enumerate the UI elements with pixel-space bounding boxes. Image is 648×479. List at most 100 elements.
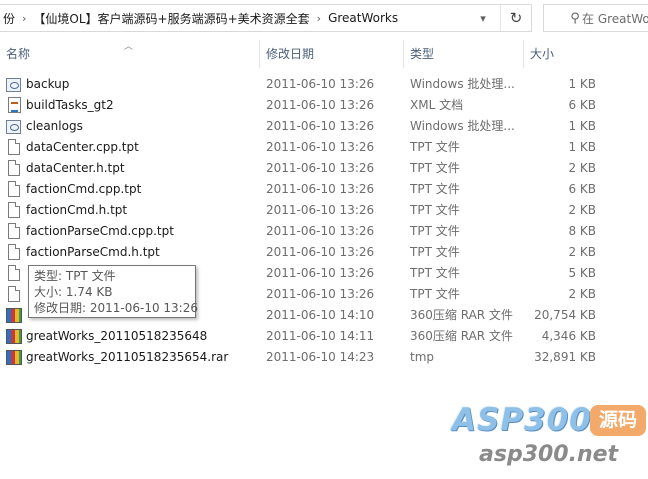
- watermark-url: asp300.net: [479, 442, 619, 467]
- file-date: 2011-06-10 14:10: [266, 308, 375, 322]
- chevron-down-icon[interactable]: ▾: [468, 5, 498, 31]
- file-date: 2011-06-10 14:23: [266, 350, 375, 364]
- tooltip-size: 大小: 1.74 KB: [34, 285, 113, 299]
- file-type: TPT 文件: [410, 140, 460, 154]
- refresh-icon[interactable]: ↻: [500, 5, 531, 31]
- chevron-right-icon[interactable]: ›: [18, 12, 30, 25]
- file-name: factionCmd.cpp.tpt: [26, 182, 142, 196]
- search-input[interactable]: ⚲ 在 GreatWo: [543, 4, 648, 32]
- file-size: 2 KB: [568, 287, 596, 301]
- file-size: 20,754 KB: [534, 308, 596, 322]
- file-name: dataCenter.h.tpt: [26, 161, 125, 175]
- file-date: 2011-06-10 13:26: [266, 119, 375, 133]
- file-type: TPT 文件: [410, 245, 460, 259]
- file-type: TPT 文件: [410, 287, 460, 301]
- breadcrumb-item-project[interactable]: 【仙境OL】客户端源码+服务端源码+美术资源全套: [30, 10, 312, 27]
- file-date: 2011-06-10 13:26: [266, 161, 375, 175]
- file-name: factionCmd.h.tpt: [26, 203, 128, 217]
- file-size: 8 KB: [568, 224, 596, 238]
- file-date: 2011-06-10 13:26: [266, 77, 375, 91]
- file-icon: [8, 160, 20, 176]
- file-row[interactable]: cleanlogs 2011-06-10 13:26 Windows 批处理..…: [0, 116, 648, 137]
- file-row[interactable]: factionParseCmd.h.tpt 2011-06-10 13:26 T…: [0, 242, 648, 263]
- file-size: 6 KB: [568, 182, 596, 196]
- watermark-badge: 源码: [590, 405, 646, 436]
- file-date: 2011-06-10 13:26: [266, 140, 375, 154]
- file-size: 1 KB: [568, 140, 596, 154]
- search-placeholder: 在 GreatWo: [582, 11, 648, 26]
- file-row[interactable]: greatWorks_20110518235648 2011-06-10 14:…: [0, 326, 648, 347]
- column-header-date[interactable]: 修改日期: [260, 40, 404, 68]
- file-icon: [8, 286, 20, 302]
- file-info-tooltip: 类型: TPT 文件 大小: 1.74 KB 修改日期: 2011-06-10 …: [28, 265, 198, 318]
- batch-file-icon: [6, 78, 21, 92]
- file-row[interactable]: dataCenter.cpp.tpt 2011-06-10 13:26 TPT …: [0, 137, 648, 158]
- file-type: TPT 文件: [410, 203, 460, 217]
- file-size: 32,891 KB: [534, 350, 596, 364]
- file-type: 360压缩 RAR 文件: [410, 308, 513, 322]
- file-type: Windows 批处理...: [410, 77, 515, 91]
- column-header-size[interactable]: 大小: [524, 40, 648, 68]
- file-row[interactable]: backup 2011-06-10 13:26 Windows 批处理... 1…: [0, 74, 648, 95]
- file-size: 2 KB: [568, 161, 596, 175]
- file-date: 2011-06-10 13:26: [266, 203, 375, 217]
- file-icon: [8, 223, 20, 239]
- file-size: 2 KB: [568, 245, 596, 259]
- watermark-logo: ASP300 源码 asp300.net: [452, 402, 648, 474]
- file-type: TPT 文件: [410, 161, 460, 175]
- column-header: 名称 修改日期 类型 大小: [0, 40, 648, 68]
- file-row[interactable]: factionParseCmd.cpp.tpt 2011-06-10 13:26…: [0, 221, 648, 242]
- breadcrumb: 份 › 【仙境OL】客户端源码+服务端源码+美术资源全套 › GreatWork…: [0, 5, 401, 31]
- file-date: 2011-06-10 13:26: [266, 98, 375, 112]
- file-type: TPT 文件: [410, 266, 460, 280]
- file-type: tmp: [410, 350, 435, 364]
- file-row[interactable]: buildTasks_gt2 2011-06-10 13:26 XML 文档 6…: [0, 95, 648, 116]
- address-bar-area: 份 › 【仙境OL】客户端源码+服务端源码+美术资源全套 › GreatWork…: [0, 0, 648, 38]
- file-name: cleanlogs: [26, 119, 83, 133]
- file-name: greatWorks_20110518235654.rar: [26, 350, 229, 364]
- rar-archive-icon: [6, 350, 22, 365]
- file-icon: [8, 139, 20, 155]
- file-size: 1 KB: [568, 119, 596, 133]
- rar-archive-icon: [6, 329, 22, 344]
- file-icon: [8, 244, 20, 260]
- tooltip-type: 类型: TPT 文件: [34, 269, 116, 283]
- batch-file-icon: [6, 120, 21, 134]
- tooltip-date: 修改日期: 2011-06-10 13:26: [34, 301, 198, 315]
- file-type: TPT 文件: [410, 182, 460, 196]
- file-date: 2011-06-10 13:26: [266, 224, 375, 238]
- file-row[interactable]: factionCmd.cpp.tpt 2011-06-10 13:26 TPT …: [0, 179, 648, 200]
- file-type: Windows 批处理...: [410, 119, 515, 133]
- search-icon: ⚲: [570, 10, 580, 26]
- file-name: greatWorks_20110518235648: [26, 329, 208, 343]
- file-size: 4,346 KB: [541, 329, 596, 343]
- file-row[interactable]: dataCenter.h.tpt 2011-06-10 13:26 TPT 文件…: [0, 158, 648, 179]
- file-date: 2011-06-10 13:26: [266, 245, 375, 259]
- breadcrumb-item-current[interactable]: GreatWorks: [325, 11, 401, 25]
- column-header-type[interactable]: 类型: [404, 40, 524, 68]
- file-name: dataCenter.cpp.tpt: [26, 140, 139, 154]
- chevron-right-icon[interactable]: ›: [313, 12, 325, 25]
- column-header-name[interactable]: 名称: [0, 40, 260, 68]
- file-date: 2011-06-10 13:26: [266, 266, 375, 280]
- breadcrumb-item-parent[interactable]: 份: [0, 10, 18, 27]
- file-icon: [8, 202, 20, 218]
- xml-file-icon: [8, 97, 21, 113]
- file-size: 2 KB: [568, 203, 596, 217]
- file-date: 2011-06-10 14:11: [266, 329, 375, 343]
- file-date: 2011-06-10 13:26: [266, 182, 375, 196]
- file-size: 6 KB: [568, 98, 596, 112]
- file-name: backup: [26, 77, 70, 91]
- file-date: 2011-06-10 13:26: [266, 287, 375, 301]
- file-row[interactable]: greatWorks_20110518235654.rar 2011-06-10…: [0, 347, 648, 368]
- file-list: backup 2011-06-10 13:26 Windows 批处理... 1…: [0, 74, 648, 368]
- file-size: 5 KB: [568, 266, 596, 280]
- rar-archive-icon: [6, 308, 22, 323]
- file-type: 360压缩 RAR 文件: [410, 329, 513, 343]
- file-name: factionParseCmd.h.tpt: [26, 245, 160, 259]
- file-name: buildTasks_gt2: [26, 98, 114, 112]
- watermark-brand: ASP300: [452, 402, 592, 438]
- file-type: TPT 文件: [410, 224, 460, 238]
- address-bar[interactable]: 份 › 【仙境OL】客户端源码+服务端源码+美术资源全套 › GreatWork…: [0, 4, 532, 32]
- file-row[interactable]: factionCmd.h.tpt 2011-06-10 13:26 TPT 文件…: [0, 200, 648, 221]
